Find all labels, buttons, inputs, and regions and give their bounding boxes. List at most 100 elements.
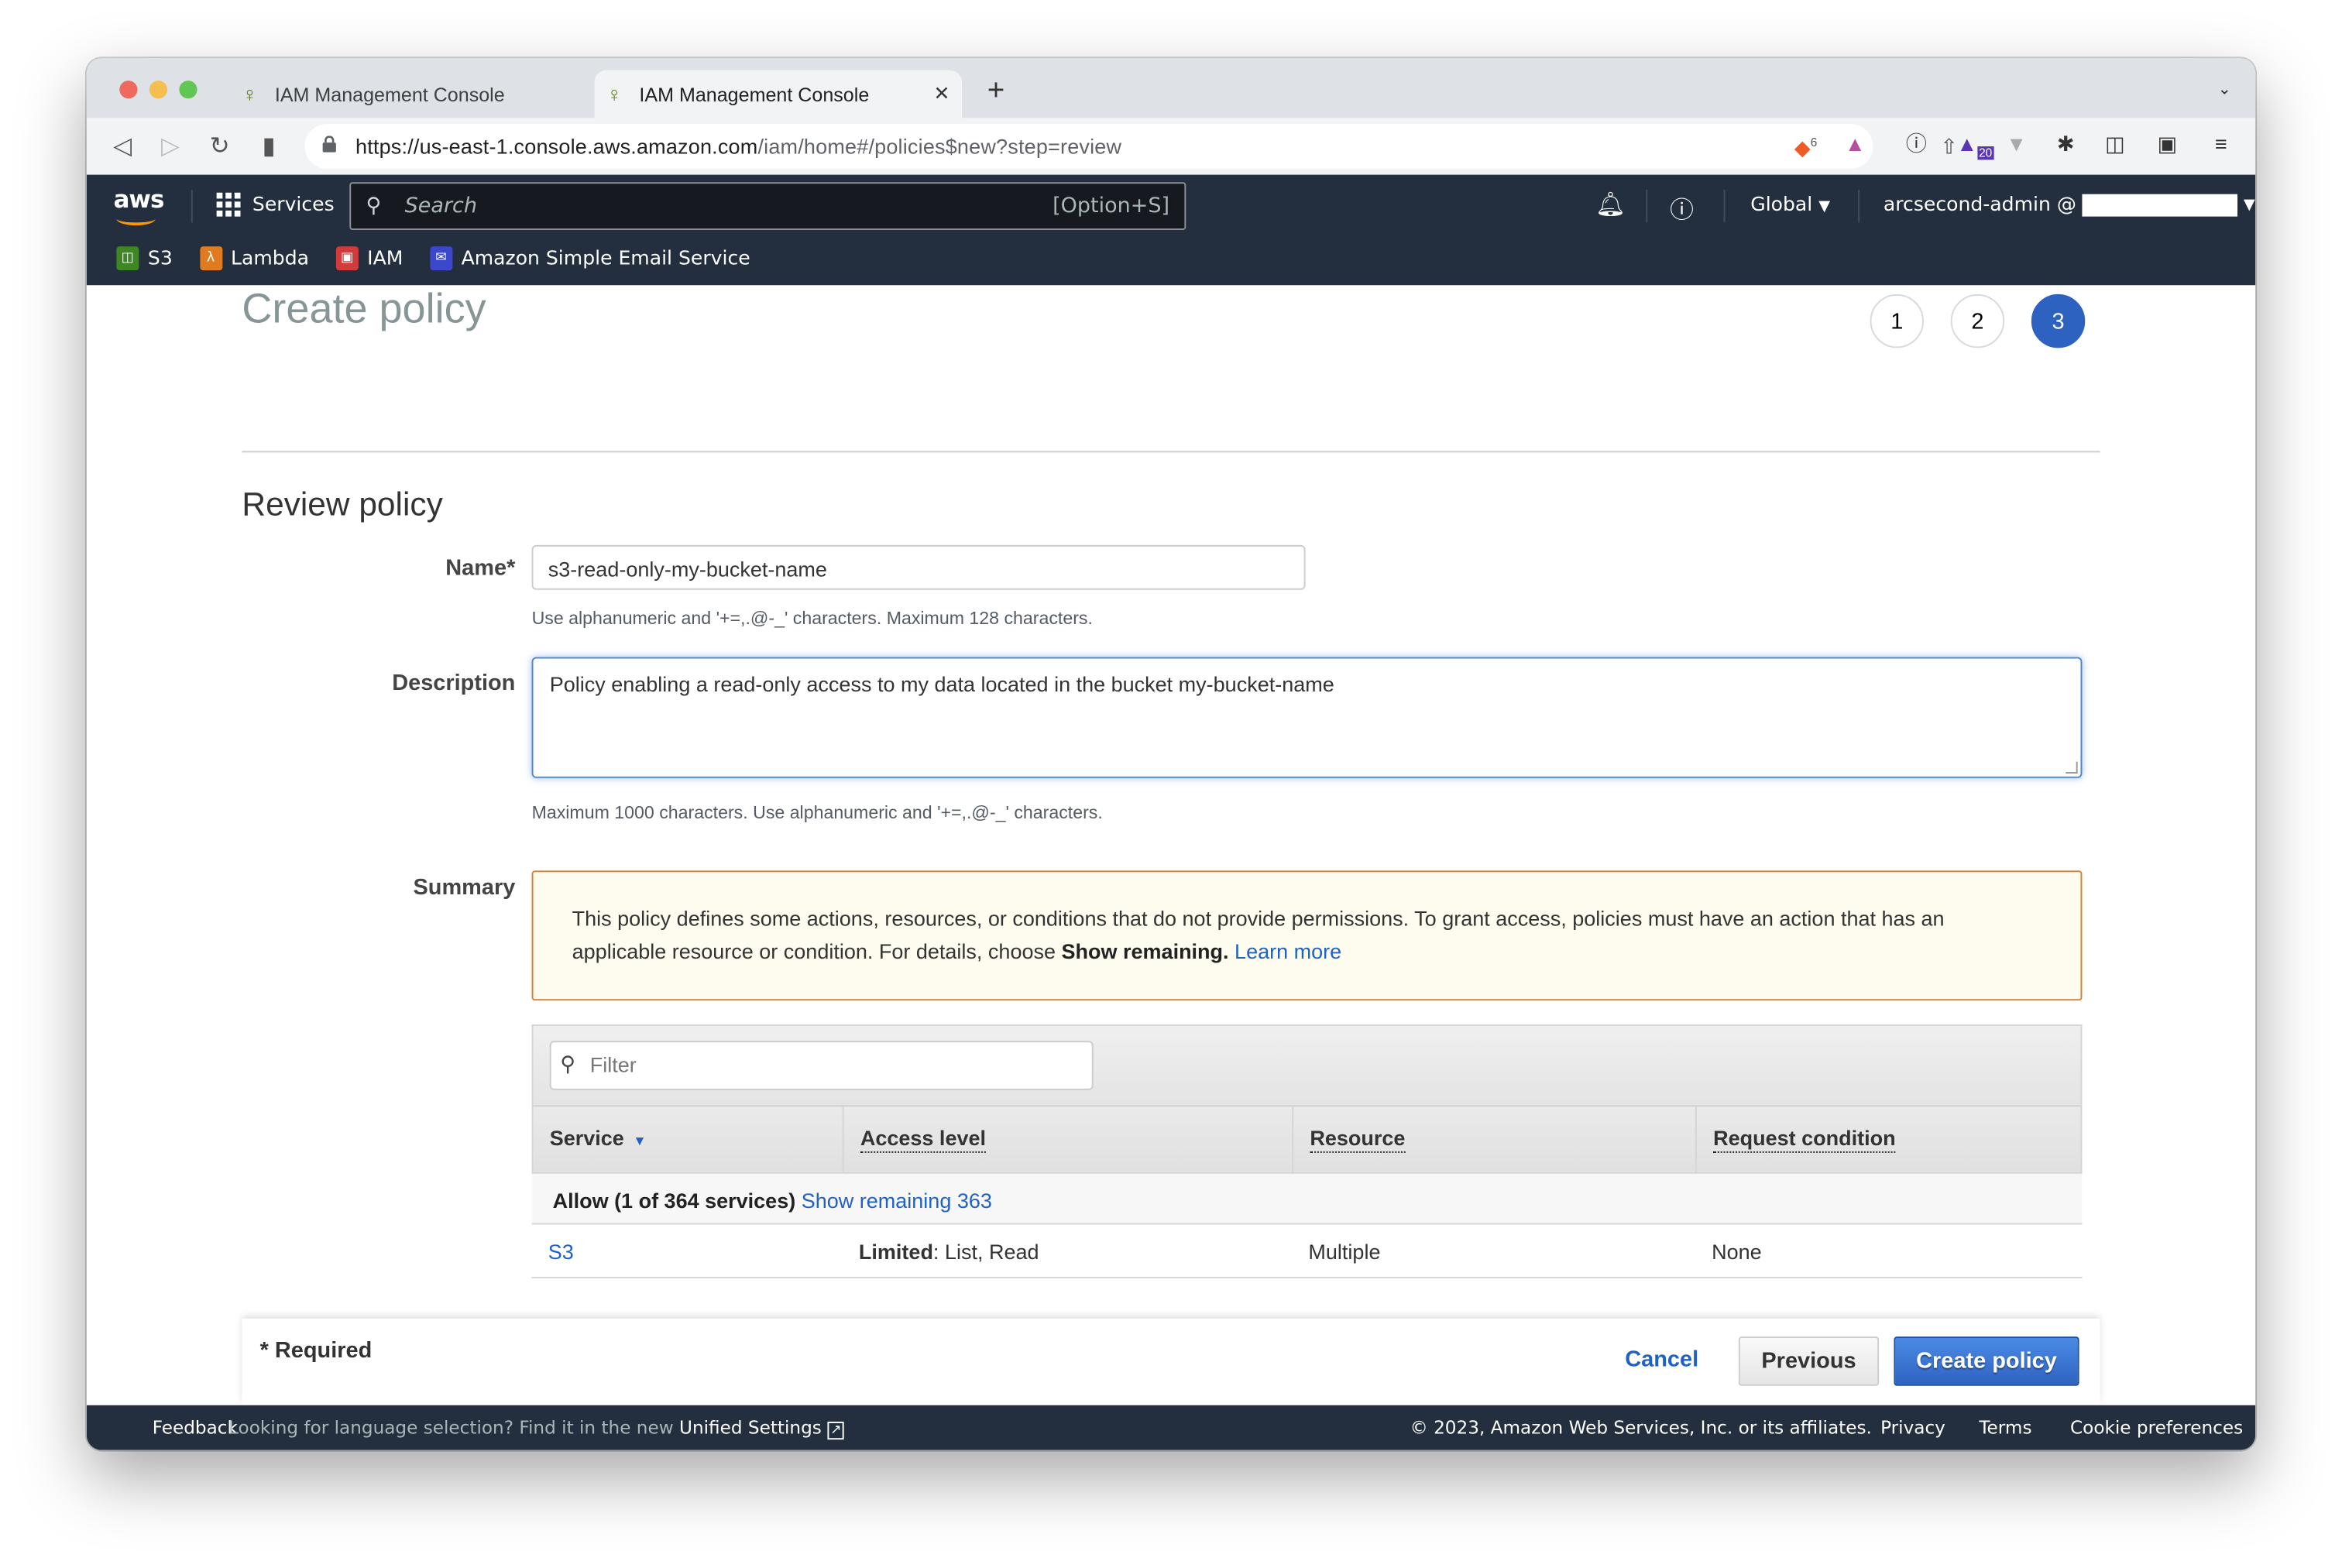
aave-triangle-icon[interactable]: ▲ <box>1842 132 1869 156</box>
onepassword-icon[interactable]: ⓘ <box>1903 132 1930 156</box>
extensions-puzzle-icon[interactable]: ✱ <box>2052 132 2079 156</box>
help-icon[interactable]: ⓘ <box>1670 190 1694 225</box>
region-selector[interactable]: Global ▼ <box>1750 194 1830 217</box>
divider <box>191 189 193 223</box>
tab-strip: ♀ IAM Management Console ♀ IAM Managemen… <box>86 58 2256 118</box>
main-content: Create policy 1 2 3 Review policy Name* … <box>86 285 2256 1405</box>
description-label: Description <box>392 670 516 696</box>
column-label: Request condition <box>1713 1126 1896 1153</box>
cookie-preferences-link[interactable]: Cookie preferences <box>2070 1417 2243 1438</box>
aws-logo[interactable]: aws <box>113 185 165 226</box>
lambda-icon: λ <box>199 246 222 271</box>
new-tab-button[interactable]: + <box>987 76 1005 106</box>
hat-extension-icon[interactable]: ▲ 20 <box>1956 132 1994 166</box>
brave-badge: 6 <box>1810 136 1818 149</box>
column-header-access-level[interactable]: Access level <box>844 1107 1294 1172</box>
filter-input[interactable]: ⚲ Filter <box>549 1041 1094 1090</box>
brave-shields-icon[interactable]: ◆6 <box>1792 132 1819 160</box>
show-remaining-link[interactable]: Show remaining 363 <box>802 1189 992 1213</box>
cancel-button[interactable]: Cancel <box>1625 1347 1698 1373</box>
sort-descending-icon: ▼ <box>633 1133 647 1149</box>
tab-title: IAM Management Console <box>274 83 505 105</box>
summary-label: Summary <box>413 875 516 901</box>
reload-icon[interactable]: ↻ <box>204 132 235 162</box>
section-title: Review policy <box>242 485 443 523</box>
table-toolbar: ⚲ Filter <box>531 1024 2083 1106</box>
vue-devtools-icon[interactable]: ▼ <box>2003 132 2030 156</box>
create-policy-button[interactable]: Create policy <box>1894 1336 2079 1386</box>
access-level-cell: Limited: List, Read <box>843 1224 1292 1277</box>
menu-icon[interactable]: ≡ <box>2207 132 2234 156</box>
notifications-bell-icon[interactable]: 🔔︎ <box>1595 190 1626 220</box>
close-tab-icon[interactable]: ✕ <box>934 82 950 106</box>
services-label: Services <box>252 193 335 216</box>
privacy-link[interactable]: Privacy <box>1880 1417 1945 1438</box>
bookmark-icon[interactable]: ▮ <box>254 132 284 162</box>
iam-icon: ▣ <box>335 246 359 271</box>
browser-tab[interactable]: ♀ IAM Management Console <box>230 70 597 118</box>
account-menu[interactable]: arcsecond-admin @ ▼ <box>1884 194 2255 217</box>
services-menu-button[interactable]: Services <box>216 192 335 217</box>
hat-badge: 20 <box>1977 146 1994 160</box>
table-header: Service ▼ Access level Resource Request c… <box>531 1105 2083 1174</box>
step-1[interactable]: 1 <box>1870 293 1924 348</box>
terms-link[interactable]: Terms <box>1979 1417 2031 1438</box>
minimize-window-button[interactable] <box>149 81 167 99</box>
aws-logo-text: aws <box>113 185 165 214</box>
resource-cell: Multiple <box>1308 1239 1381 1264</box>
close-window-button[interactable] <box>119 81 138 99</box>
favorite-lambda[interactable]: λ Lambda <box>199 246 309 271</box>
column-label: Service <box>549 1126 624 1150</box>
wallet-icon[interactable]: ▣ <box>2154 132 2181 156</box>
search-shortcut-hint: [Option+S] <box>1053 194 1170 218</box>
iam-key-icon: ♀ <box>606 82 623 106</box>
favorite-label: Amazon Simple Email Service <box>461 247 750 270</box>
column-header-request-condition[interactable]: Request condition <box>1697 1107 2081 1172</box>
account-name: arcsecond-admin @ <box>1883 194 2076 217</box>
maximize-window-button[interactable] <box>179 81 197 99</box>
window-controls <box>119 81 197 99</box>
resize-handle-icon[interactable] <box>2066 761 2078 774</box>
search-icon: ⚲ <box>366 192 382 217</box>
share-icon[interactable]: ⇧ <box>1940 135 1958 160</box>
url-host: https://us-east-1.console.aws.amazon.com <box>355 134 758 159</box>
browser-tab-active[interactable]: ♀ IAM Management Console ✕ <box>594 70 962 118</box>
address-bar[interactable]: https://us-east-1.console.aws.amazon.com… <box>304 124 1958 169</box>
access-level-bold: Limited <box>858 1239 933 1264</box>
condition-cell: None <box>1712 1239 1762 1264</box>
favorite-iam[interactable]: ▣ IAM <box>335 246 403 271</box>
favorite-label: Lambda <box>231 247 309 270</box>
page-title: Create policy <box>242 285 486 332</box>
filter-placeholder: Filter <box>589 1052 637 1077</box>
tab-search-chevron-icon[interactable]: ⌄ <box>2218 79 2232 98</box>
back-icon[interactable]: ◁ <box>108 132 138 162</box>
favorite-label: IAM <box>367 247 403 270</box>
url-path: /iam/home#/policies$new?step=review <box>757 134 1122 159</box>
search-icon: ⚲ <box>560 1051 576 1076</box>
name-label: Name* <box>445 555 516 582</box>
step-2[interactable]: 2 <box>1950 293 2005 348</box>
policy-name-input[interactable]: s3-read-only-my-bucket-name <box>531 544 1306 590</box>
forward-icon[interactable]: ▷ <box>156 132 186 162</box>
copyright: © 2023, Amazon Web Services, Inc. or its… <box>1410 1417 1872 1439</box>
description-textarea[interactable]: Policy enabling a read-only access to my… <box>531 657 2083 778</box>
sidebar-icon[interactable]: ◫ <box>2101 132 2128 156</box>
feedback-link[interactable]: Feedback <box>153 1417 238 1438</box>
column-header-service[interactable]: Service ▼ <box>533 1107 844 1172</box>
unified-settings-link[interactable]: Unified Settings <box>679 1417 822 1438</box>
favorite-s3[interactable]: ◫ S3 <box>116 246 173 271</box>
learn-more-link[interactable]: Learn more <box>1235 939 1341 963</box>
region-label: Global <box>1750 194 1813 217</box>
column-label: Access level <box>860 1126 987 1153</box>
ses-icon: ✉ <box>430 246 453 271</box>
language-notice: Looking for language selection? Find it … <box>228 1417 845 1440</box>
divider <box>1723 189 1726 223</box>
console-search-input[interactable]: ⚲ Search [Option+S] <box>349 182 1186 230</box>
service-link[interactable]: S3 <box>532 1224 843 1277</box>
favorite-ses[interactable]: ✉ Amazon Simple Email Service <box>430 246 750 271</box>
column-label: Resource <box>1310 1126 1405 1153</box>
table-row: S3 Limited: List, Read Multiple None <box>531 1224 2083 1278</box>
browser-toolbar: ◁ ▷ ↻ ▮ https://us-east-1.console.aws.am… <box>86 118 2256 175</box>
column-header-resource[interactable]: Resource <box>1293 1107 1697 1172</box>
previous-button[interactable]: Previous <box>1738 1336 1880 1386</box>
